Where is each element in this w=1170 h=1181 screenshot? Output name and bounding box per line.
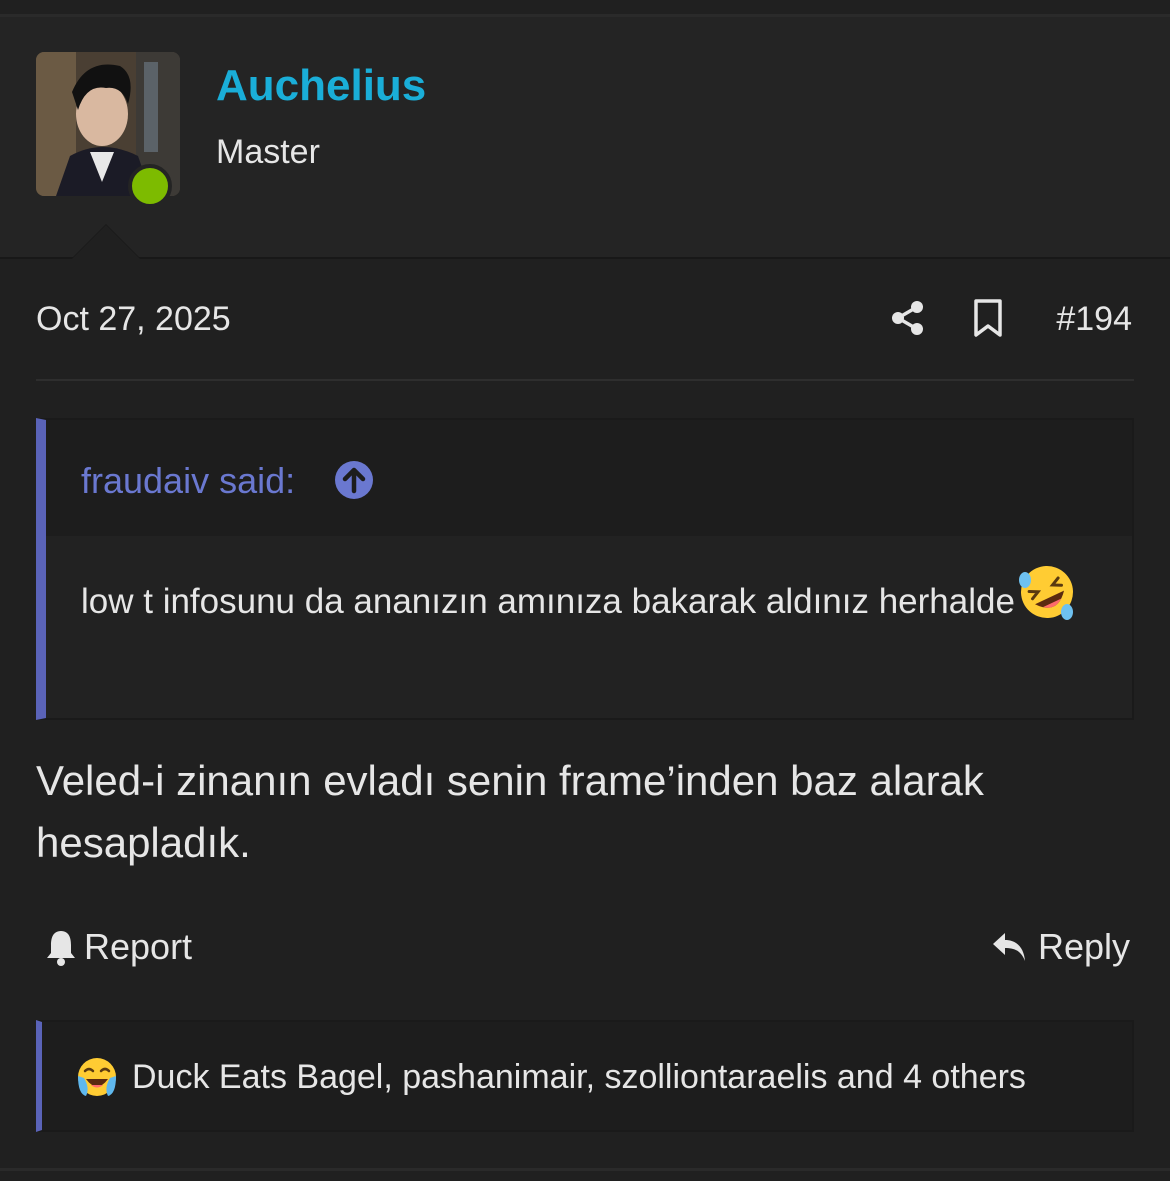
quote-author[interactable]: fraudaiv said:: [81, 460, 295, 502]
user-title: Master: [216, 133, 320, 171]
quote-text-content: low t infosunu da ananızın amınıza bakar…: [81, 582, 1015, 621]
post-number[interactable]: #194: [1056, 298, 1132, 340]
post-date[interactable]: Oct 27, 2025: [36, 298, 231, 340]
reactions-text[interactable]: Duck Eats Bagel, pashanimair, szollionta…: [132, 1056, 1026, 1098]
post-body: Veled-i zinanın evladı senin frame’inden…: [36, 757, 984, 866]
reply-label: Reply: [1037, 926, 1130, 967]
bell-icon: [47, 931, 75, 966]
online-status-indicator: [128, 164, 172, 208]
report-button[interactable]: Report: [44, 922, 192, 972]
reactions-bar[interactable]: Duck Eats Bagel, pashanimair, szollionta…: [36, 1020, 1134, 1132]
report-label: Report: [84, 926, 193, 967]
loudly-crying-laughing-emoji: [78, 1058, 116, 1096]
quote-block: fraudaiv said: low t infosunu da ananızı…: [36, 418, 1134, 720]
bookmark-icon[interactable]: [970, 298, 1006, 338]
bottom-divider: [0, 1168, 1170, 1171]
username[interactable]: Auchelius: [216, 60, 426, 112]
header-divider: [36, 379, 1134, 381]
rolling-on-floor-laughing-emoji: [1018, 565, 1073, 620]
reply-button[interactable]: Reply: [990, 922, 1130, 972]
reply-icon: [992, 933, 1025, 961]
share-icon[interactable]: [888, 298, 928, 338]
arrow-up-circle-icon[interactable]: [334, 460, 374, 500]
quote-text: low t infosunu da ananızın amınıza bakar…: [81, 565, 1081, 636]
header-caret: [72, 225, 140, 259]
